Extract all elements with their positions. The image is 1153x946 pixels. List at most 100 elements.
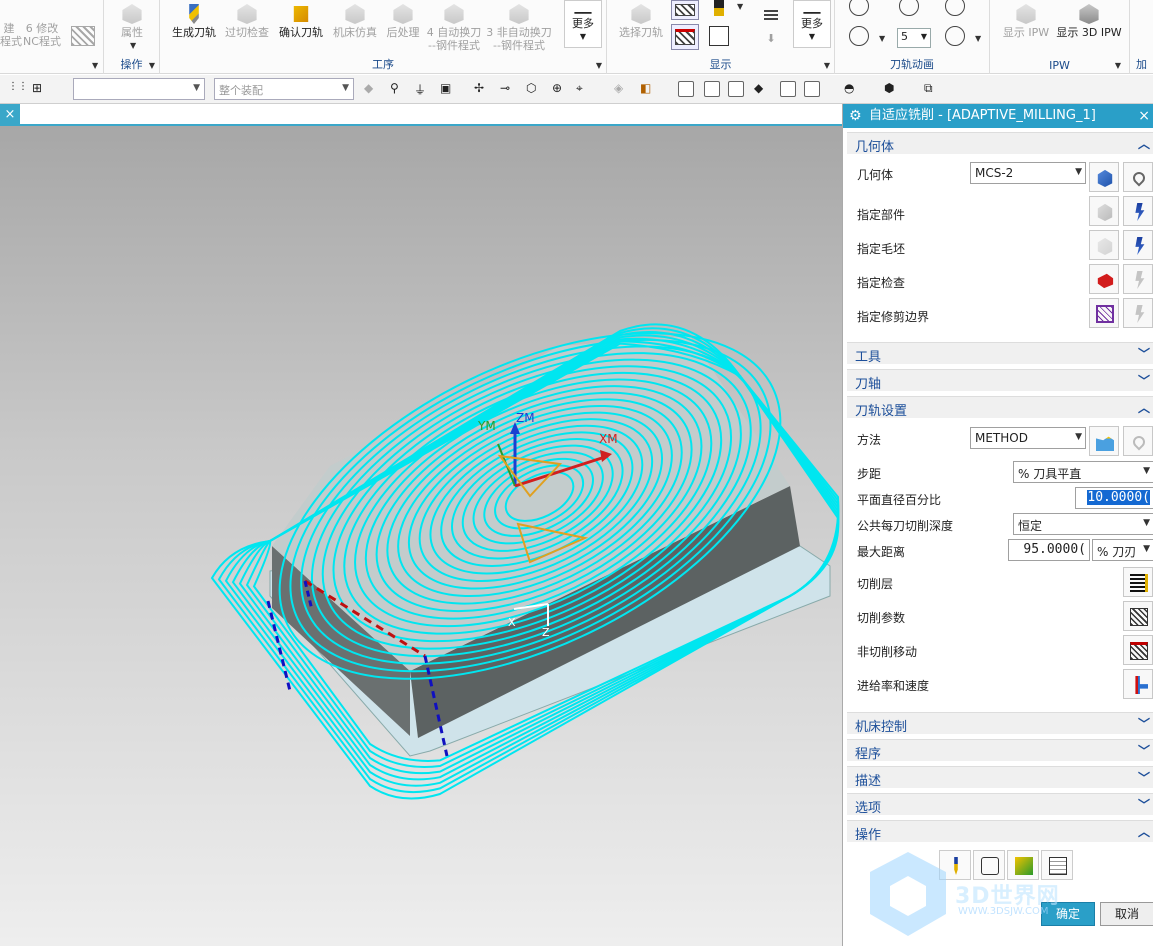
auto-toolchange-button[interactable]: 4 自动换刀 --钢件程式 (426, 4, 482, 52)
machining-icon-button[interactable] (68, 26, 98, 48)
chevron-down-icon[interactable]: ▼ (824, 61, 830, 70)
plane-diameter-pct-input[interactable]: 10.0000( (1075, 487, 1153, 509)
anim-end-button[interactable] (943, 26, 967, 48)
section-machine-control-header[interactable]: 机床控制 ﹀ (847, 712, 1153, 735)
anim-speed-select[interactable]: 5 ▼ (897, 28, 931, 48)
display-tool-button[interactable] (705, 0, 733, 18)
postprocess-button[interactable]: 后处理 (382, 4, 424, 39)
machine-simulation-button[interactable]: 机床仿真 (330, 4, 380, 39)
move-down-button[interactable]: ⬇ (761, 32, 781, 45)
section-tool-header[interactable]: 工具 ﹀ (847, 342, 1153, 365)
section-tool-axis-header[interactable]: 刀轴 ﹀ (847, 369, 1153, 392)
show-part-button[interactable] (1123, 196, 1153, 226)
zoom-icon[interactable] (704, 81, 720, 97)
geometry-select[interactable]: MCS-2 ▼ (970, 162, 1086, 184)
non-cut-moves-button[interactable] (1123, 635, 1153, 665)
specify-trim-button[interactable] (1089, 298, 1119, 328)
section-description-header[interactable]: 描述 ﹀ (847, 766, 1153, 789)
show-ipw-button[interactable]: 显示 IPW (998, 4, 1054, 39)
new-method-button[interactable] (1089, 426, 1119, 456)
close-icon[interactable]: × (1138, 104, 1150, 128)
type-filter-select[interactable]: ▼ (73, 78, 205, 100)
chevron-down-icon[interactable]: ▼ (149, 61, 155, 70)
section-options-header[interactable]: 选项 ﹀ (847, 793, 1153, 816)
chevron-down-icon[interactable]: ▼ (92, 61, 98, 70)
verify-action-button[interactable] (1007, 850, 1039, 880)
assembly-scope-select[interactable]: 整个装配 ▼ (214, 78, 354, 100)
midpoint-icon[interactable]: ⊕ (552, 81, 568, 97)
orient-icon[interactable]: ◆ (754, 81, 770, 97)
more-label: 更多 (572, 17, 594, 30)
close-icon[interactable]: × (0, 104, 20, 126)
shaded-icon[interactable]: ◈ (614, 81, 630, 97)
hexagon-icon[interactable]: ⬡ (526, 81, 542, 97)
select-all-icon[interactable]: ▣ (440, 81, 456, 97)
endpoint-icon[interactable]: ⊸ (500, 81, 516, 97)
method-select[interactable]: METHOD ▼ (970, 427, 1086, 449)
graphics-viewport[interactable]: YM ZM XM X Z (0, 126, 842, 946)
section-program-header[interactable]: 程序 ﹀ (847, 739, 1153, 762)
show-trim-button[interactable] (1123, 298, 1153, 328)
stepover-select[interactable]: % 刀具平直 ▼ (1013, 461, 1153, 483)
section-toolpath-settings-header[interactable]: 刀轨设置 ︿ (847, 396, 1153, 419)
snap-icon[interactable]: ⊞ (32, 81, 48, 97)
crosshair-icon[interactable]: ⌖ (576, 81, 592, 97)
chevron-down-icon[interactable]: ▼ (975, 34, 981, 43)
display-more-button[interactable]: ▁▁ 更多 ▼ (793, 0, 831, 48)
chevron-down-icon[interactable]: ▼ (596, 61, 602, 70)
max-distance-unit-select[interactable]: % 刀刃 ▼ (1092, 539, 1153, 561)
rotate-icon[interactable] (728, 81, 744, 97)
verify-toolpath-button[interactable]: 确认刀轨 (276, 4, 326, 39)
show-blank-button[interactable] (1123, 230, 1153, 260)
anim-play-button[interactable] (943, 0, 967, 18)
section-actions-header[interactable]: 操作 ︿ (847, 820, 1153, 843)
select-feature-icon[interactable]: ⚲ (390, 81, 406, 97)
feeds-speeds-button[interactable] (1123, 669, 1153, 699)
layer-button[interactable] (761, 10, 781, 24)
specify-check-button[interactable] (1089, 264, 1119, 294)
specify-blank-button[interactable] (1089, 230, 1119, 260)
display-list-button[interactable] (705, 26, 733, 48)
process-more-button[interactable]: ▁▁ 更多 ▼ (564, 0, 602, 48)
create-program-button[interactable]: 建 程式 (0, 22, 22, 48)
anim-start-button[interactable] (847, 26, 871, 48)
manual-toolchange-button[interactable]: 3 非自动换刀 --钢件程式 (486, 4, 552, 52)
chevron-down-icon[interactable]: ▼ (737, 2, 743, 11)
generate-toolpath-button[interactable]: 生成刀轨 (168, 4, 220, 39)
chevron-down-icon[interactable]: ▼ (879, 34, 885, 43)
cut-levels-button[interactable] (1123, 567, 1153, 597)
fit-view-icon[interactable] (678, 81, 694, 97)
fit-all-icon[interactable] (804, 81, 820, 97)
anim-pause-button[interactable] (897, 0, 921, 18)
specify-part-button[interactable] (1089, 196, 1119, 226)
wireframe-icon[interactable]: ◧ (640, 81, 656, 97)
select-face-icon[interactable]: ◆ (364, 81, 380, 97)
edit-method-button[interactable] (1123, 426, 1153, 456)
modify-nc-program-button[interactable]: 6 修改 NC程式 (20, 22, 64, 48)
pan-icon[interactable] (780, 81, 796, 97)
cancel-button[interactable]: 取消 (1100, 902, 1153, 926)
chevron-down-icon[interactable]: ▼ (130, 41, 136, 50)
display-noncut-button[interactable] (671, 24, 699, 50)
render-style-icon[interactable]: ◓ (844, 81, 860, 97)
section-geometry-header[interactable]: 几何体 ︿ (847, 132, 1153, 155)
depth-per-cut-select[interactable]: 恒定 ▼ (1013, 513, 1153, 535)
new-geometry-button[interactable] (1089, 162, 1119, 192)
menu-icon[interactable]: ⋮⋮ (8, 81, 28, 97)
display-hatch-button[interactable] (671, 0, 699, 20)
show-3d-ipw-button[interactable]: 显示 3D IPW (1056, 4, 1122, 39)
edit-geometry-button[interactable] (1123, 162, 1153, 192)
filter-icon[interactable]: ⏚ (414, 81, 430, 97)
list-action-button[interactable] (1041, 850, 1073, 880)
chevron-down-icon[interactable]: ▼ (1115, 61, 1121, 70)
layer-settings-icon[interactable]: ⧉ (924, 81, 940, 97)
cut-params-button[interactable] (1123, 601, 1153, 631)
anim-prev-button[interactable] (847, 0, 871, 18)
show-check-button[interactable] (1123, 264, 1153, 294)
attribute-button[interactable]: 属性 (114, 4, 150, 39)
display-mode-icon[interactable]: ⬢ (884, 81, 900, 97)
max-distance-input[interactable]: 95.0000( (1008, 539, 1090, 561)
select-toolpath-button[interactable]: 选择刀轨 (613, 4, 669, 39)
snap-point-icon[interactable]: ✢ (474, 81, 490, 97)
gouge-check-button[interactable]: 过切检查 (222, 4, 272, 39)
